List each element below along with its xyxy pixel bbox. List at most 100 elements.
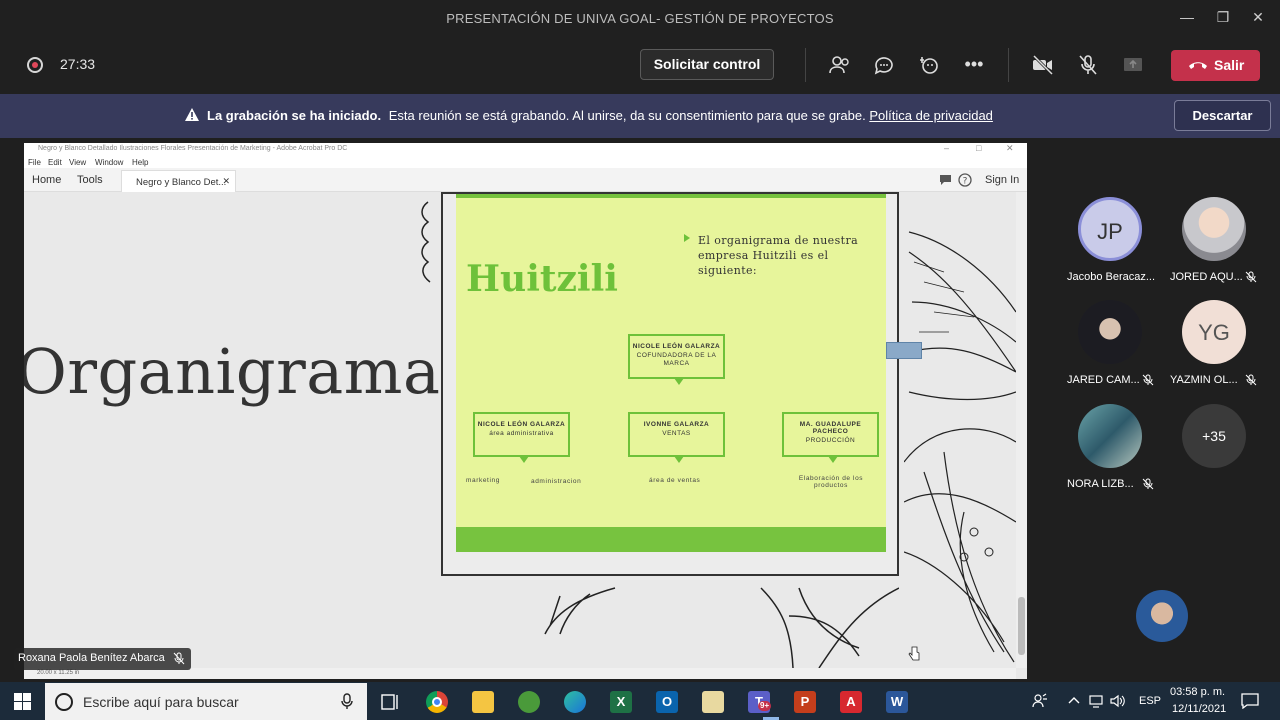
share-screen-icon[interactable] — [1121, 53, 1145, 77]
avatar-initials: YG — [1198, 320, 1230, 345]
powerpoint-icon[interactable]: P — [794, 691, 816, 713]
recording-banner: La grabación se ha iniciado. Esta reunió… — [0, 94, 1280, 138]
taskbar-search[interactable]: Escribe aquí para buscar — [45, 683, 367, 720]
reactions-icon[interactable] — [917, 53, 941, 77]
acrobat-title-bar: Negro y Blanco Detallado Ilustraciones F… — [24, 143, 1027, 156]
tab-document-label: Negro y Blanco Det... — [136, 177, 227, 188]
participant-name: JARED CAM... — [1067, 374, 1140, 386]
leave-button[interactable]: Salir — [1171, 50, 1260, 81]
acrobat-maximize-icon[interactable]: □ — [976, 143, 981, 153]
avatar-yazmin[interactable]: YG — [1182, 300, 1246, 364]
vertical-scrollbar[interactable] — [1016, 192, 1027, 668]
meeting-timer: 27:33 — [60, 56, 96, 72]
app-icon[interactable] — [702, 691, 724, 713]
participant-name: JORED AQU... — [1170, 271, 1243, 283]
slide-page: Huitzili El organigrama de nuestra empre… — [441, 192, 899, 576]
dismiss-button[interactable]: Descartar — [1174, 100, 1271, 131]
chat-icon[interactable] — [872, 53, 896, 77]
org-box: IVONNE GALARZA VENTAS — [628, 412, 725, 463]
outlook-icon[interactable]: O — [656, 691, 678, 713]
org-name: NICOLE LEÓN GALARZA — [632, 343, 721, 350]
close-icon[interactable]: ✕ — [1247, 6, 1269, 28]
acrobat-icon[interactable]: A — [840, 691, 862, 713]
scrollbar-thumb[interactable] — [1018, 597, 1025, 655]
self-video[interactable] — [1136, 590, 1188, 642]
org-box-top: NICOLE LEÓN GALARZA COFUNDADORA DE LA MA… — [628, 334, 725, 385]
file-explorer-icon[interactable] — [472, 691, 494, 713]
acrobat-minimize-icon[interactable]: – — [944, 143, 949, 153]
request-control-button[interactable]: Solicitar control — [640, 49, 774, 80]
more-participants-button[interactable]: +35 — [1182, 404, 1246, 468]
document-view: Organigrama Huitzili El organigrama de n… — [24, 192, 1016, 668]
avatar-jacobo[interactable]: JP — [1078, 197, 1142, 261]
clock-date[interactable]: 12/11/2021 — [1172, 703, 1226, 715]
excel-icon[interactable]: X — [610, 691, 632, 713]
recording-message-text: Esta reunión se está grabando. Al unirse… — [388, 108, 866, 123]
meeting-control-bar: 27:33 Solicitar control ••• Salir — [0, 36, 1280, 94]
sub-label: Elaboración de los productos — [798, 475, 864, 489]
org-name: NICOLE LEÓN GALARZA — [477, 421, 566, 428]
search-placeholder: Escribe aquí para buscar — [83, 694, 239, 710]
tab-close-icon[interactable]: ✕ — [222, 176, 230, 187]
task-view-icon[interactable] — [379, 691, 401, 713]
avatar-nora[interactable] — [1078, 404, 1142, 468]
sign-in-link[interactable]: Sign In — [985, 174, 1019, 186]
presenter-name: Roxana Paola Benítez Abarca — [18, 652, 165, 664]
network-icon[interactable] — [1089, 694, 1105, 708]
mic-off-icon[interactable] — [1076, 53, 1100, 77]
mic-off-icon — [173, 652, 185, 665]
hangup-icon — [1189, 62, 1207, 69]
edge-icon[interactable] — [564, 691, 586, 713]
tab-home[interactable]: Home — [32, 174, 61, 186]
mic-off-icon — [1245, 271, 1257, 283]
window-title: PRESENTACIÓN DE UNIVA GOAL- GESTIÓN DE P… — [446, 11, 834, 26]
org-role: VENTAS — [662, 430, 691, 437]
people-icon[interactable] — [1032, 693, 1048, 709]
avatar-jared[interactable] — [1078, 300, 1142, 364]
selection-handle[interactable] — [886, 342, 922, 359]
mic-off-icon — [1142, 478, 1154, 490]
menu-view[interactable]: View — [69, 158, 86, 167]
page-size: 20.00 x 11.25 in — [37, 670, 80, 676]
menu-edit[interactable]: Edit — [48, 158, 62, 167]
tab-tools[interactable]: Tools — [77, 174, 103, 186]
warning-icon — [185, 108, 199, 121]
help-icon[interactable]: ? — [958, 173, 972, 187]
language-indicator[interactable]: ESP — [1139, 695, 1161, 707]
acrobat-menu-bar: File Edit View Window Help — [24, 156, 1027, 168]
comment-icon[interactable] — [939, 174, 952, 186]
acrobat-close-icon[interactable]: ✕ — [1006, 143, 1014, 154]
privacy-policy-link[interactable]: Política de privacidad — [869, 108, 993, 123]
org-name: MA. GUADALUPE PACHECO — [799, 421, 862, 435]
org-name: IVONNE GALARZA — [643, 421, 710, 428]
menu-help[interactable]: Help — [132, 158, 148, 167]
tab-document[interactable]: Negro y Blanco Det... ✕ — [121, 170, 236, 192]
menu-file[interactable]: File — [28, 158, 41, 167]
acrobat-title: Negro y Blanco Detallado Ilustraciones F… — [38, 145, 348, 152]
notifications-icon[interactable] — [1241, 693, 1259, 709]
chevron-up-icon[interactable] — [1068, 696, 1080, 704]
maximize-icon[interactable]: ❐ — [1212, 6, 1234, 28]
sub-label: área de ventas — [649, 477, 701, 484]
sub-label: administracion — [531, 478, 582, 485]
participant-name: NORA LIZB... — [1067, 478, 1134, 490]
microphone-icon[interactable] — [341, 693, 353, 710]
avatar-initials: JP — [1097, 219, 1123, 244]
avatar-jored[interactable] — [1182, 197, 1246, 261]
chrome-icon[interactable] — [426, 691, 448, 713]
more-options-icon[interactable]: ••• — [962, 53, 986, 77]
minimize-icon[interactable]: — — [1176, 6, 1198, 28]
volume-icon[interactable] — [1110, 694, 1126, 708]
camera-off-icon[interactable] — [1031, 53, 1055, 77]
recording-message-bold: La grabación se ha iniciado. — [207, 108, 382, 123]
divider — [805, 48, 806, 82]
clock-time[interactable]: 03:58 p. m. — [1170, 686, 1225, 698]
menu-window[interactable]: Window — [95, 158, 123, 167]
taskbar: Escribe aquí para buscar X O T 9+ P A W … — [0, 682, 1280, 720]
windows-start-icon[interactable] — [14, 693, 31, 710]
org-role: PRODUCCIÓN — [805, 437, 856, 444]
app-icon[interactable] — [518, 691, 540, 713]
participants-icon[interactable] — [828, 53, 852, 77]
word-icon[interactable]: W — [886, 691, 908, 713]
teams-icon[interactable]: T 9+ — [748, 691, 772, 713]
